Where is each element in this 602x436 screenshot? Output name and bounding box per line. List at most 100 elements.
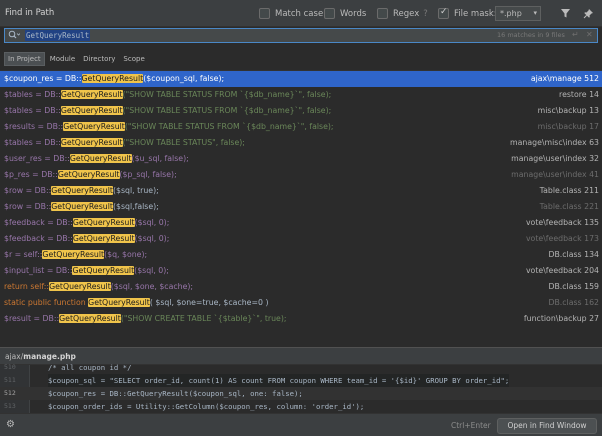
- line-number: 510: [4, 363, 16, 371]
- result-location: misc\backup 17: [538, 119, 599, 135]
- result-pre: $feedback = DB::: [4, 218, 73, 227]
- result-row[interactable]: static public function GetQueryResult( $…: [0, 295, 602, 311]
- result-row[interactable]: $feedback = DB::GetQueryResult($sql, 0);…: [0, 231, 602, 247]
- result-match: GetQueryResult: [51, 186, 113, 195]
- result-post: ("SHOW TABLE STATUS FROM `{$db_name}`", …: [122, 90, 332, 99]
- search-query: GetQueryResult: [25, 30, 91, 41]
- result-line: 13: [589, 106, 599, 115]
- result-code: $result = DB::GetQueryResult("SHOW CREAT…: [4, 311, 287, 327]
- gear-icon[interactable]: ⚙: [6, 419, 15, 430]
- match-case-option[interactable]: Match case: [259, 7, 323, 20]
- search-icon[interactable]: [8, 30, 21, 42]
- file-mask-option[interactable]: File mask:: [438, 7, 497, 20]
- result-file: DB.class: [548, 298, 582, 307]
- result-row[interactable]: $input_list = DB::GetQueryResult($sql, 0…: [0, 263, 602, 279]
- result-location: function\backup 27: [524, 311, 599, 327]
- result-code: $p_res = DB::GetQueryResult($p_sql, fals…: [4, 167, 177, 183]
- chevron-down-icon: ▾: [533, 9, 537, 17]
- result-row[interactable]: $tables = DB::GetQueryResult("SHOW TABLE…: [0, 87, 602, 103]
- file-mask-checkbox[interactable]: [438, 7, 449, 19]
- tab-module[interactable]: Module: [47, 52, 78, 66]
- result-line: 27: [589, 314, 599, 323]
- regex-help-icon[interactable]: ?: [423, 9, 428, 19]
- file-mask-select[interactable]: *.php ▾: [495, 6, 541, 21]
- title-bar: Find in Path Match case Words Regex ? Fi…: [0, 0, 602, 27]
- result-line: 221: [584, 202, 599, 211]
- result-file: misc\backup: [537, 106, 587, 115]
- result-match: GetQueryResult: [69, 154, 132, 163]
- regex-checkbox[interactable]: [377, 8, 388, 19]
- result-code: $tables = DB::GetQueryResult("SHOW TABLE…: [4, 135, 245, 151]
- result-row[interactable]: $result = DB::GetQueryResult("SHOW CREAT…: [0, 311, 602, 327]
- result-match: GetQueryResult: [51, 202, 113, 211]
- preview-line: 510 /* all coupon id */: [0, 361, 602, 374]
- preview-path-dir: ajax/: [5, 352, 24, 361]
- result-code: $row = DB::GetQueryResult($sql, true);: [4, 183, 159, 199]
- result-match: GetQueryResult: [88, 298, 150, 307]
- result-post: ("SHOW TABLE STATUS FROM `{$db_name}`", …: [124, 122, 334, 131]
- result-code: $tables = DB::GetQueryResult("SHOW TABLE…: [4, 103, 331, 119]
- result-pre: $tables = DB::: [4, 138, 61, 147]
- result-post: ($coupon_sql, false);: [143, 74, 225, 83]
- clear-icon[interactable]: ✕: [586, 30, 593, 39]
- result-post: ($sql, $one, $cache);: [110, 282, 194, 291]
- result-pre: $row = DB::: [4, 202, 52, 211]
- result-match: GetQueryResult: [60, 90, 123, 99]
- line-number: 513: [4, 402, 16, 410]
- result-file: restore: [559, 90, 587, 99]
- match-count: 16 matches in 9 files: [497, 31, 565, 39]
- search-input[interactable]: GetQueryResult 16 matches in 9 files ↵ ✕: [4, 28, 598, 43]
- result-file: DB.class: [548, 250, 582, 259]
- result-code: $user_res = DB::GetQueryResult($u_sql, f…: [4, 151, 189, 167]
- result-code: $r = self::GetQueryResult($q, $one);: [4, 247, 147, 263]
- result-location: vote\feedback 204: [526, 263, 599, 279]
- result-row[interactable]: $p_res = DB::GetQueryResult($p_sql, fals…: [0, 167, 602, 183]
- tab-directory[interactable]: Directory: [80, 52, 118, 66]
- preview-path: ajax/manage.php: [5, 352, 76, 361]
- regex-option[interactable]: Regex ?: [377, 7, 428, 20]
- result-post: ($p_sql, false);: [119, 170, 177, 179]
- result-location: DB.class 162: [548, 295, 599, 311]
- result-location: restore 14: [559, 87, 599, 103]
- result-row[interactable]: $results = DB::GetQueryResult("SHOW TABL…: [0, 119, 602, 135]
- result-file: Table.class: [539, 202, 582, 211]
- result-line: 63: [589, 138, 599, 147]
- result-location: manage\misc\index 63: [510, 135, 599, 151]
- result-file: DB.class: [548, 282, 582, 291]
- result-row[interactable]: $feedback = DB::GetQueryResult($sql, 0);…: [0, 215, 602, 231]
- open-in-find-window-button[interactable]: Open in Find Window: [497, 418, 597, 434]
- result-code: $tables = DB::GetQueryResult("SHOW TABLE…: [4, 87, 331, 103]
- result-line: 41: [589, 170, 599, 179]
- result-pre: $user_res = DB::: [4, 154, 70, 163]
- result-pre: $tables = DB::: [4, 90, 61, 99]
- code-preview[interactable]: 510 /* all coupon id */ 511 $coupon_sql …: [0, 363, 602, 413]
- result-pre: $r = self::: [4, 250, 43, 259]
- result-row[interactable]: return self::GetQueryResult($sql, $one, …: [0, 279, 602, 295]
- result-post: ("SHOW TABLE STATUS FROM `{$db_name}`", …: [122, 106, 332, 115]
- result-row[interactable]: $r = self::GetQueryResult($q, $one); DB.…: [0, 247, 602, 263]
- result-row[interactable]: $row = DB::GetQueryResult($sql, true); T…: [0, 183, 602, 199]
- result-row[interactable]: $tables = DB::GetQueryResult("SHOW TABLE…: [0, 135, 602, 151]
- new-line-icon[interactable]: ↵: [572, 30, 579, 39]
- result-file: ajax\manage: [530, 74, 582, 83]
- result-pre: $feedback = DB::: [4, 234, 73, 243]
- result-match: GetQueryResult: [42, 250, 105, 259]
- words-checkbox[interactable]: [324, 8, 335, 19]
- result-row[interactable]: $tables = DB::GetQueryResult("SHOW TABLE…: [0, 103, 602, 119]
- words-option[interactable]: Words: [324, 7, 366, 20]
- file-mask-value: *.php: [500, 9, 522, 18]
- result-row[interactable]: $user_res = DB::GetQueryResult($u_sql, f…: [0, 151, 602, 167]
- result-row[interactable]: $coupon_res = DB::GetQueryResult($coupon…: [0, 71, 602, 87]
- tab-in-project[interactable]: In Project: [4, 52, 45, 66]
- result-row[interactable]: $row = DB::GetQueryResult($sql,false); T…: [0, 199, 602, 215]
- tab-scope[interactable]: Scope: [120, 52, 147, 66]
- match-case-label: Match case: [275, 8, 324, 19]
- result-post: ($sql, true);: [112, 186, 159, 195]
- result-file: manage\user\index: [511, 170, 587, 179]
- match-case-checkbox[interactable]: [259, 8, 270, 19]
- preview-line: 511 $coupon_sql = "SELECT order_id, coun…: [0, 374, 602, 387]
- result-pre: $results = DB::: [4, 122, 64, 131]
- result-location: DB.class 159: [548, 279, 599, 295]
- filter-icon[interactable]: [558, 6, 573, 21]
- pin-icon[interactable]: [581, 6, 596, 21]
